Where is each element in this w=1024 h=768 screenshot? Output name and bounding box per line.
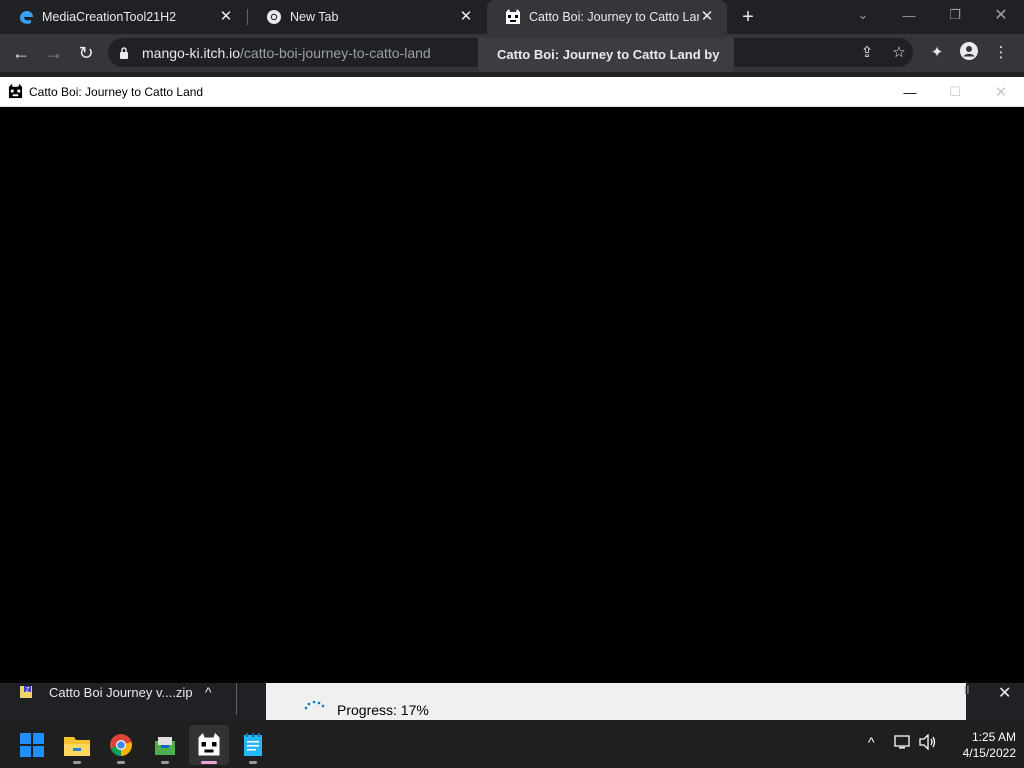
edge-icon (18, 9, 34, 25)
zip-file-icon: Z (18, 684, 34, 705)
tab-search-chevron-icon[interactable]: ⌄ (840, 0, 886, 30)
url-path: /catto-boi-journey-to-catto-land (240, 45, 431, 61)
running-indicator (117, 761, 125, 764)
game-minimize-button[interactable]: — (887, 77, 933, 107)
volume-icon[interactable] (919, 733, 937, 753)
chrome-icon (266, 9, 282, 25)
windows-taskbar: ^ 1:25 AM 4/15/2022 (0, 721, 1024, 768)
profile-avatar-icon[interactable] (958, 42, 980, 64)
tab-title: New Tab (290, 10, 339, 24)
show-all-downloads-icon[interactable]: ll (964, 683, 969, 697)
back-button[interactable]: ← (9, 41, 33, 65)
file-explorer-button[interactable] (57, 725, 97, 765)
tab-title: Catto Boi: Journey to Catto Land (529, 10, 699, 24)
catto-game-taskbar-button[interactable] (189, 725, 229, 765)
close-tab-icon[interactable]: ✕ (458, 9, 474, 25)
running-indicator (201, 761, 217, 764)
browser-menu-icon[interactable]: ⋮ (990, 42, 1012, 64)
share-icon[interactable]: ⇪ (856, 42, 878, 64)
forward-button[interactable]: → (42, 41, 66, 65)
url-domain: mango-ki.itch.io (142, 45, 241, 61)
loading-spinner-icon (304, 697, 326, 715)
browser-close-button[interactable]: ✕ (978, 0, 1024, 30)
close-tab-icon[interactable]: ✕ (699, 9, 715, 25)
catto-app-icon (8, 84, 23, 99)
reload-button[interactable]: ↻ (74, 41, 98, 65)
game-window: Catto Boi: Journey to Catto Land — ☐ ✕ (0, 77, 1024, 683)
network-icon[interactable] (894, 734, 912, 753)
notepad-taskbar-button[interactable] (233, 725, 273, 765)
winrar-taskbar-button[interactable] (145, 725, 185, 765)
game-title-bar[interactable]: Catto Boi: Journey to Catto Land — ☐ ✕ (0, 77, 1024, 107)
chrome-taskbar-button[interactable] (101, 725, 141, 765)
notepad-icon (244, 733, 262, 756)
game-canvas[interactable] (0, 107, 1024, 683)
running-indicator (161, 761, 169, 764)
clock-date: 4/15/2022 (962, 746, 1016, 760)
tab-title: MediaCreationTool21H2 (42, 10, 177, 24)
download-shelf: Z Catto Boi Journey v....zip ^ Progress:… (0, 683, 1024, 721)
extensions-puzzle-icon[interactable]: ✦ (926, 42, 948, 64)
browser-minimize-button[interactable]: — (886, 0, 932, 30)
system-clock[interactable]: 1:25 AM 4/15/2022 (940, 729, 1016, 761)
start-button[interactable] (12, 725, 52, 765)
browser-tab-strip: MediaCreationTool21H2 ✕ New Tab ✕ Catto … (0, 0, 1024, 34)
tab-catto-boi[interactable]: Catto Boi: Journey to Catto Land ✕ (487, 0, 727, 34)
close-shelf-icon[interactable]: ✕ (998, 683, 1011, 703)
game-window-title: Catto Boi: Journey to Catto Land (29, 85, 204, 99)
tab-hover-tooltip: Catto Boi: Journey to Catto Land by (478, 38, 734, 72)
browser-restore-button[interactable]: ❐ (932, 0, 978, 30)
svg-text:Z: Z (26, 687, 30, 694)
running-indicator (249, 761, 257, 764)
progress-text: Progress: 17% (337, 702, 429, 718)
download-item-name[interactable]: Catto Boi Journey v....zip (49, 685, 193, 700)
catto-icon (505, 9, 521, 25)
clock-time: 1:25 AM (971, 730, 1016, 744)
chevron-up-icon[interactable]: ^ (205, 684, 212, 700)
tab-mediacreationtool[interactable]: MediaCreationTool21H2 ✕ (0, 0, 246, 34)
archive-app-icon (155, 737, 175, 755)
chrome-icon (110, 734, 132, 756)
running-indicator (73, 761, 81, 764)
tab-new-tab[interactable]: New Tab ✕ (248, 0, 486, 34)
url-text: mango-ki.itch.io/catto-boi-journey-to-ca… (142, 45, 431, 61)
windows-logo-icon (20, 733, 44, 757)
show-hidden-icons-chevron-icon[interactable]: ^ (868, 734, 875, 750)
close-tab-icon[interactable]: ✕ (218, 9, 234, 25)
new-tab-button[interactable]: + (738, 7, 758, 27)
folder-icon (64, 737, 90, 756)
catto-icon (198, 733, 220, 756)
bookmark-star-icon[interactable]: ☆ (888, 42, 910, 64)
game-close-button[interactable]: ✕ (978, 77, 1024, 107)
extraction-progress-window: Progress: 17% (266, 683, 966, 720)
lock-icon (119, 46, 129, 64)
game-maximize-button[interactable]: ☐ (932, 77, 978, 107)
shelf-separator (236, 683, 237, 715)
